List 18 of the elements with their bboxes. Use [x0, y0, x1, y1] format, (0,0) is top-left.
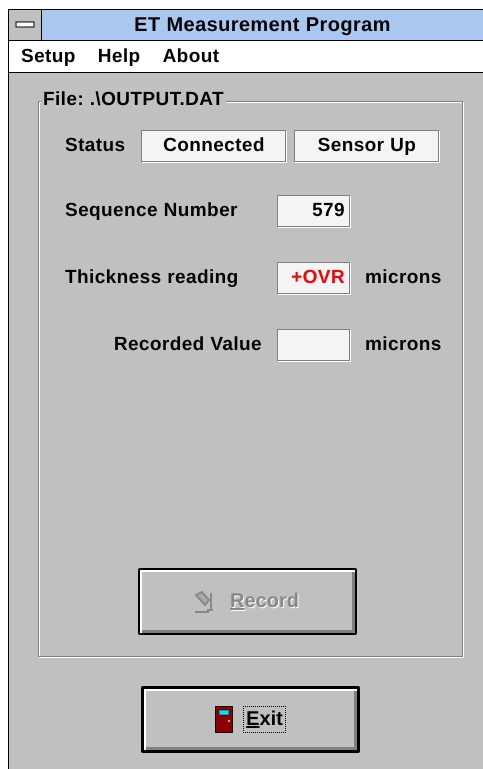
field-label: Recorded Value: [112, 334, 262, 356]
menu-item[interactable]: About: [158, 46, 224, 68]
value-field: +OVR: [277, 262, 350, 294]
field-label: Thickness reading: [65, 267, 240, 289]
system-menu-button[interactable]: [9, 10, 42, 40]
unit-label: microns: [365, 334, 443, 356]
status-field: Sensor Up: [294, 130, 440, 162]
menu-item[interactable]: Setup: [17, 46, 80, 68]
minus-icon: [15, 21, 35, 29]
value-field: 579: [277, 195, 350, 227]
status-label: Status: [65, 135, 126, 157]
menu-item[interactable]: Help: [94, 46, 145, 68]
window-title: ET Measurement Program: [133, 13, 392, 38]
unit-label: microns: [365, 267, 443, 289]
field-label: Sequence Number: [65, 200, 239, 222]
exit-button[interactable]: Exit: [141, 686, 360, 753]
status-field: Connected: [141, 130, 286, 162]
door-icon: [215, 706, 234, 733]
